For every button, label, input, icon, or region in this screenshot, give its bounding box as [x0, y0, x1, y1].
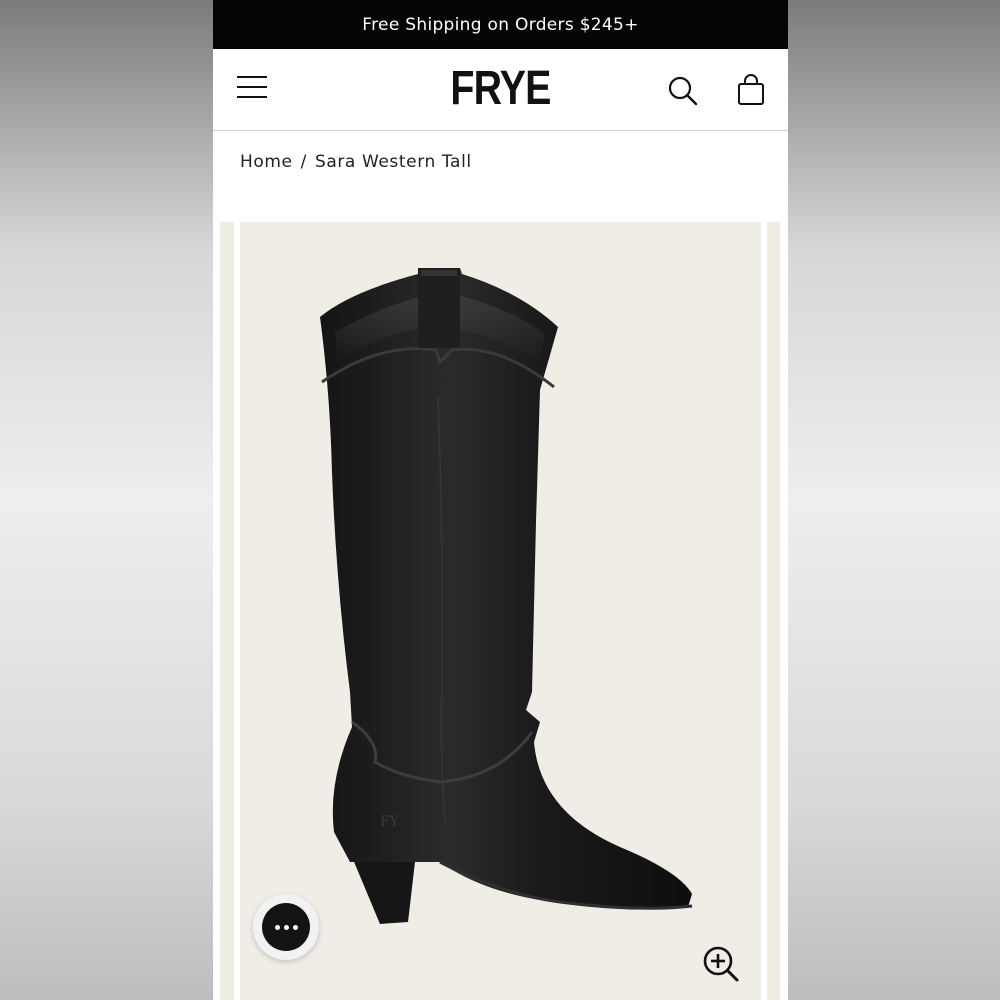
- search-icon[interactable]: [667, 75, 699, 107]
- svg-text:FY: FY: [380, 814, 400, 830]
- shopping-bag-icon[interactable]: [735, 73, 767, 107]
- site-header: FRYE: [213, 49, 788, 131]
- chat-icon: [262, 903, 310, 951]
- breadcrumb-current: Sara Western Tall: [314, 152, 472, 172]
- zoom-in-icon[interactable]: [702, 945, 740, 983]
- next-slide-peek: [767, 222, 780, 1000]
- product-image-slide[interactable]: FY: [240, 222, 761, 1000]
- breadcrumb-separator: /: [300, 152, 307, 172]
- product-gallery[interactable]: FY: [213, 222, 788, 1000]
- brand-logo[interactable]: FRYE: [265, 63, 737, 115]
- mobile-page: Free Shipping on Orders $245+ FRYE Home …: [213, 0, 788, 1000]
- background-left: [0, 0, 213, 1000]
- breadcrumb-home-link[interactable]: Home: [240, 152, 293, 172]
- previous-slide-peek: [220, 222, 234, 1000]
- product-image-boot: FY: [320, 268, 693, 924]
- promo-banner: Free Shipping on Orders $245+: [213, 0, 788, 49]
- background-right: [788, 0, 1000, 1000]
- breadcrumb: Home / Sara Western Tall: [240, 152, 472, 172]
- chat-button[interactable]: [253, 894, 319, 960]
- promo-text: Free Shipping on Orders $245+: [362, 14, 639, 35]
